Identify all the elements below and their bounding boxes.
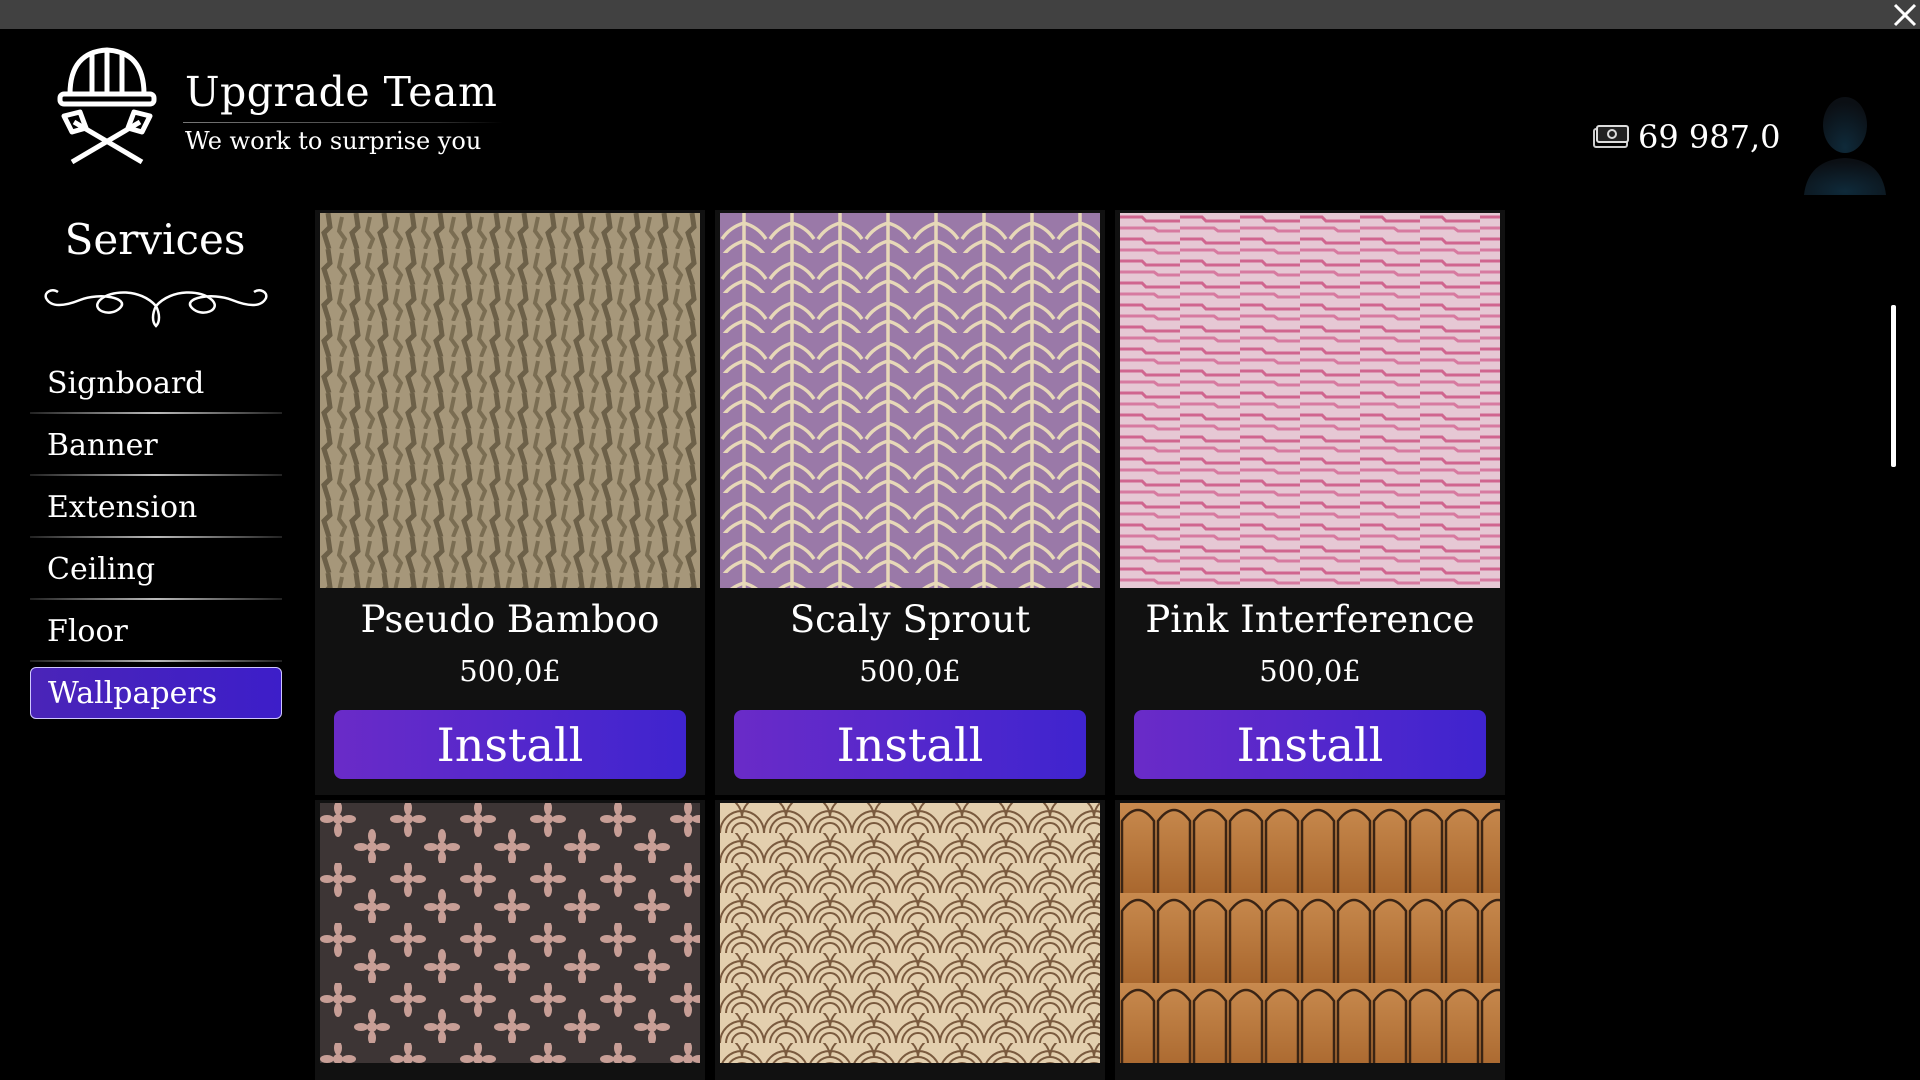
- close-icon: [1893, 3, 1917, 26]
- nav-item-ceiling[interactable]: Ceiling: [30, 538, 282, 600]
- install-button[interactable]: Install: [1134, 710, 1486, 779]
- product-name: Pseudo Bamboo: [360, 598, 660, 641]
- app-title: Upgrade Team: [185, 68, 498, 116]
- product-card: Pink Interference 500,0£ Install: [1115, 210, 1505, 795]
- product-card: Scaly Sprout 500,0£ Install: [715, 210, 1105, 795]
- nav-item-banner[interactable]: Banner: [30, 414, 282, 476]
- window-title-bar: [0, 0, 1920, 29]
- product-image-pink-interference: [1120, 213, 1500, 588]
- nav-item-label: Banner: [47, 427, 158, 463]
- cash-icon: [1593, 125, 1629, 148]
- wallpaper-grid: Pseudo Bamboo 500,0£ Install Scaly Sprou…: [315, 210, 1505, 1080]
- product-image-dark-floral: [320, 803, 700, 1063]
- product-price: 500,0£: [1259, 654, 1361, 688]
- nav-item-wallpapers[interactable]: Wallpapers: [30, 667, 282, 719]
- product-price: 500,0£: [859, 654, 961, 688]
- services-heading: Services: [64, 215, 246, 264]
- services-nav: Signboard Banner Extension Ceiling Floor…: [30, 352, 282, 719]
- nav-divider: [30, 660, 282, 662]
- nav-item-label: Floor: [47, 613, 128, 649]
- builder-helmet-hammers-icon: [57, 47, 157, 165]
- nav-item-label: Ceiling: [47, 551, 156, 587]
- ornament-divider: [44, 289, 268, 328]
- product-name: Pink Interference: [1145, 598, 1475, 641]
- product-name: Scaly Sprout: [789, 598, 1031, 641]
- nav-item-label: Extension: [47, 489, 198, 525]
- title-divider: [183, 122, 503, 123]
- nav-item-floor[interactable]: Floor: [30, 600, 282, 662]
- install-button[interactable]: Install: [734, 710, 1086, 779]
- app-subtitle: We work to surprise you: [185, 127, 482, 155]
- product-card: [715, 800, 1105, 1080]
- scrollbar-thumb[interactable]: [1891, 305, 1896, 467]
- nav-item-signboard[interactable]: Signboard: [30, 352, 282, 414]
- user-silhouette-icon[interactable]: [1800, 90, 1890, 195]
- install-button[interactable]: Install: [334, 710, 686, 779]
- product-card: Pseudo Bamboo 500,0£ Install: [315, 210, 705, 795]
- balance-display: 69 987,0: [1592, 118, 1781, 156]
- balance-value: 69 987,0: [1638, 118, 1781, 156]
- nav-item-extension[interactable]: Extension: [30, 476, 282, 538]
- product-image-pseudo-bamboo: [320, 213, 700, 588]
- product-price: 500,0£: [459, 654, 561, 688]
- nav-item-label: Wallpapers: [48, 675, 218, 711]
- product-image-scallop-fan: [720, 803, 1100, 1063]
- nav-item-label: Signboard: [47, 365, 205, 401]
- product-card: [1115, 800, 1505, 1080]
- product-image-scaly-sprout: [720, 213, 1100, 588]
- product-image-wood-shingles: [1120, 803, 1500, 1063]
- close-button[interactable]: [1890, 0, 1920, 29]
- product-card: [315, 800, 705, 1080]
